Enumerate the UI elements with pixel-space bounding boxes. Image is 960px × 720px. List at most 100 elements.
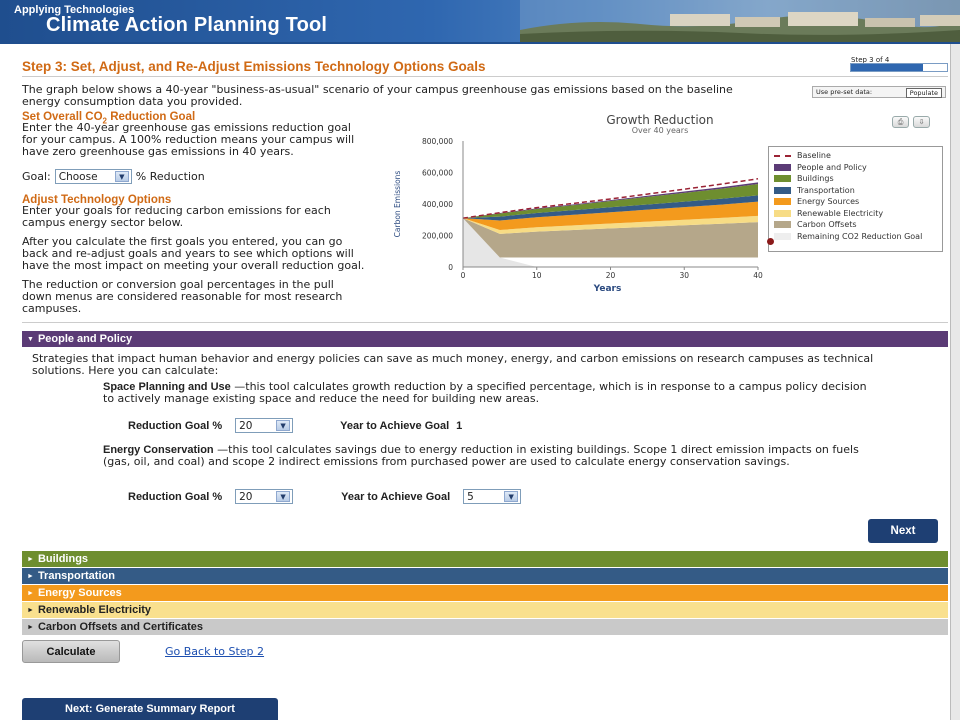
section-label: Carbon Offsets and Certificates xyxy=(37,621,203,633)
preset-label: Use pre-set data: xyxy=(816,88,873,96)
legend-item: Buildings xyxy=(774,173,942,185)
section-transportation[interactable]: ► Transportation xyxy=(22,568,948,584)
legend-item: Energy Sources xyxy=(774,196,942,208)
triangle-right-icon: ► xyxy=(27,607,34,614)
energy-year-select[interactable]: 5 ▼ xyxy=(463,489,522,504)
adjust-text-p3: The reduction or conversion goal percent… xyxy=(22,278,343,315)
legend-swatch xyxy=(774,209,791,217)
y-tick-label: 600,000 xyxy=(422,169,453,178)
y-tick-label: 400,000 xyxy=(422,200,453,209)
print-icon[interactable]: ⎙ xyxy=(892,116,909,128)
x-tick-label: 40 xyxy=(753,271,763,280)
section-renewable-electricity[interactable]: ► Renewable Electricity xyxy=(22,602,948,618)
legend-marker-icon xyxy=(767,238,774,245)
section-buildings[interactable]: ► Buildings xyxy=(22,551,948,567)
legend-label: People and Policy xyxy=(797,162,867,172)
goal-suffix: % Reduction xyxy=(135,170,205,183)
space-year-value: 1 xyxy=(456,419,463,432)
x-tick-label: 30 xyxy=(679,271,689,280)
chevron-down-icon: ▼ xyxy=(276,491,291,502)
legend-label: Transportation xyxy=(797,185,855,195)
energy-goal-select[interactable]: 20 ▼ xyxy=(235,489,294,504)
calculate-button[interactable]: Calculate xyxy=(22,640,120,663)
preset-data-box: Use pre-set data: Populate xyxy=(812,86,946,98)
y-axis-label: Carbon Emissions xyxy=(393,171,402,238)
step-progress-bar xyxy=(850,63,948,72)
legend-swatch xyxy=(774,221,791,228)
section-energy-sources[interactable]: ► Energy Sources xyxy=(22,585,948,601)
triangle-right-icon: ► xyxy=(27,624,34,631)
section-label: Energy Sources xyxy=(37,587,122,599)
app-title: Climate Action Planning Tool xyxy=(46,14,328,36)
step-progress-fill xyxy=(851,64,923,71)
triangle-down-icon: ▼ xyxy=(27,336,34,343)
next-button[interactable]: Next xyxy=(868,519,938,543)
download-icon[interactable]: ⇩ xyxy=(913,116,930,128)
chart-toolbar: ⎙ ⇩ xyxy=(892,116,930,128)
energy-goal-value: 20 xyxy=(239,490,253,503)
section-carbon-offsets[interactable]: ► Carbon Offsets and Certificates xyxy=(22,619,948,635)
triangle-right-icon: ► xyxy=(27,590,34,597)
legend-swatch xyxy=(774,163,791,171)
section-label: Renewable Electricity xyxy=(37,604,152,616)
space-planning-desc: Space Planning and Use —this tool calcul… xyxy=(103,381,873,405)
populate-button[interactable]: Populate xyxy=(905,88,942,98)
intro-text: The graph below shows a 40-year "busines… xyxy=(22,83,733,108)
adjust-text-p2: After you calculate the first goals you … xyxy=(22,235,365,272)
legend-label: Renewable Electricity xyxy=(797,208,884,218)
legend-label: Remaining CO2 Reduction Goal xyxy=(797,231,923,241)
energy-conservation-text: —this tool calculates savings due to ene… xyxy=(103,443,859,468)
legend-item: Carbon Offsets xyxy=(774,219,942,231)
triangle-right-icon: ► xyxy=(27,556,34,563)
section-label: Buildings xyxy=(37,553,89,565)
app-banner: Applying Technologies Climate Action Pla… xyxy=(0,0,960,42)
chart-title: Growth Reduction xyxy=(606,113,714,127)
generate-summary-button[interactable]: Next: Generate Summary Report xyxy=(22,698,278,720)
section-people-and-policy[interactable]: ▼ People and Policy xyxy=(22,331,948,347)
divider xyxy=(22,322,948,323)
energy-conservation-desc: Energy Conservation —this tool calculate… xyxy=(103,444,873,468)
banner-campus-photo xyxy=(520,0,960,42)
y-tick-label: 800,000 xyxy=(422,137,453,146)
energy-goal-label: Reduction Goal % xyxy=(128,490,223,503)
x-tick-label: 10 xyxy=(532,271,542,280)
energy-year-value: 5 xyxy=(467,490,474,503)
legend-label: Carbon Offsets xyxy=(797,220,857,229)
legend-swatch xyxy=(774,232,791,240)
energy-goal-row: Reduction Goal % 20 ▼ Year to Achieve Goa… xyxy=(128,489,522,504)
legend-swatch xyxy=(774,155,791,157)
legend-swatch xyxy=(774,198,791,205)
people-intro: Strategies that impact human behavior an… xyxy=(32,352,874,377)
y-tick-label: 200,000 xyxy=(422,232,453,241)
chevron-down-icon: ▼ xyxy=(114,171,129,182)
section-label: People and Policy xyxy=(37,333,133,345)
back-to-step-2-link[interactable]: Go Back to Step 2 xyxy=(165,645,264,658)
legend-swatch xyxy=(774,175,791,182)
adjust-text: Enter your goals for reducing carbon emi… xyxy=(22,205,367,322)
goal-row: Goal: Choose ▼ % Reduction xyxy=(22,169,205,184)
goal-label: Goal: xyxy=(22,170,51,183)
window-scrollbar[interactable] xyxy=(950,44,960,720)
chevron-down-icon: ▼ xyxy=(276,420,291,431)
legend-label: Baseline xyxy=(797,151,831,160)
legend-item: Renewable Electricity xyxy=(774,208,942,220)
legend-swatch xyxy=(774,186,791,194)
set-goal-text: Enter the 40-year greenhouse gas emissio… xyxy=(22,121,355,158)
divider xyxy=(22,76,948,77)
chart-legend: Baseline People and Policy Buildings Transp… xyxy=(768,146,943,252)
space-goal-row: Reduction Goal % 20 ▼ Year to Achieve Goa… xyxy=(128,418,462,433)
legend-item: Transportation xyxy=(774,185,942,197)
legend-label: Buildings xyxy=(797,174,834,183)
energy-year-label: Year to Achieve Goal xyxy=(341,490,451,503)
space-year-label: Year to Achieve Goal xyxy=(340,419,450,432)
adjust-text-p1: Enter your goals for reducing carbon emi… xyxy=(22,204,331,229)
goal-select[interactable]: Choose ▼ xyxy=(54,169,132,184)
x-tick-label: 0 xyxy=(461,271,466,280)
legend-item: Remaining CO2 Reduction Goal xyxy=(774,231,942,243)
page-title: Step 3: Set, Adjust, and Re-Adjust Emiss… xyxy=(22,59,486,74)
section-label: Transportation xyxy=(37,570,115,582)
space-goal-select[interactable]: 20 ▼ xyxy=(235,418,294,433)
space-goal-value: 20 xyxy=(239,419,253,432)
triangle-right-icon: ► xyxy=(27,573,34,580)
space-goal-label: Reduction Goal % xyxy=(128,419,223,432)
